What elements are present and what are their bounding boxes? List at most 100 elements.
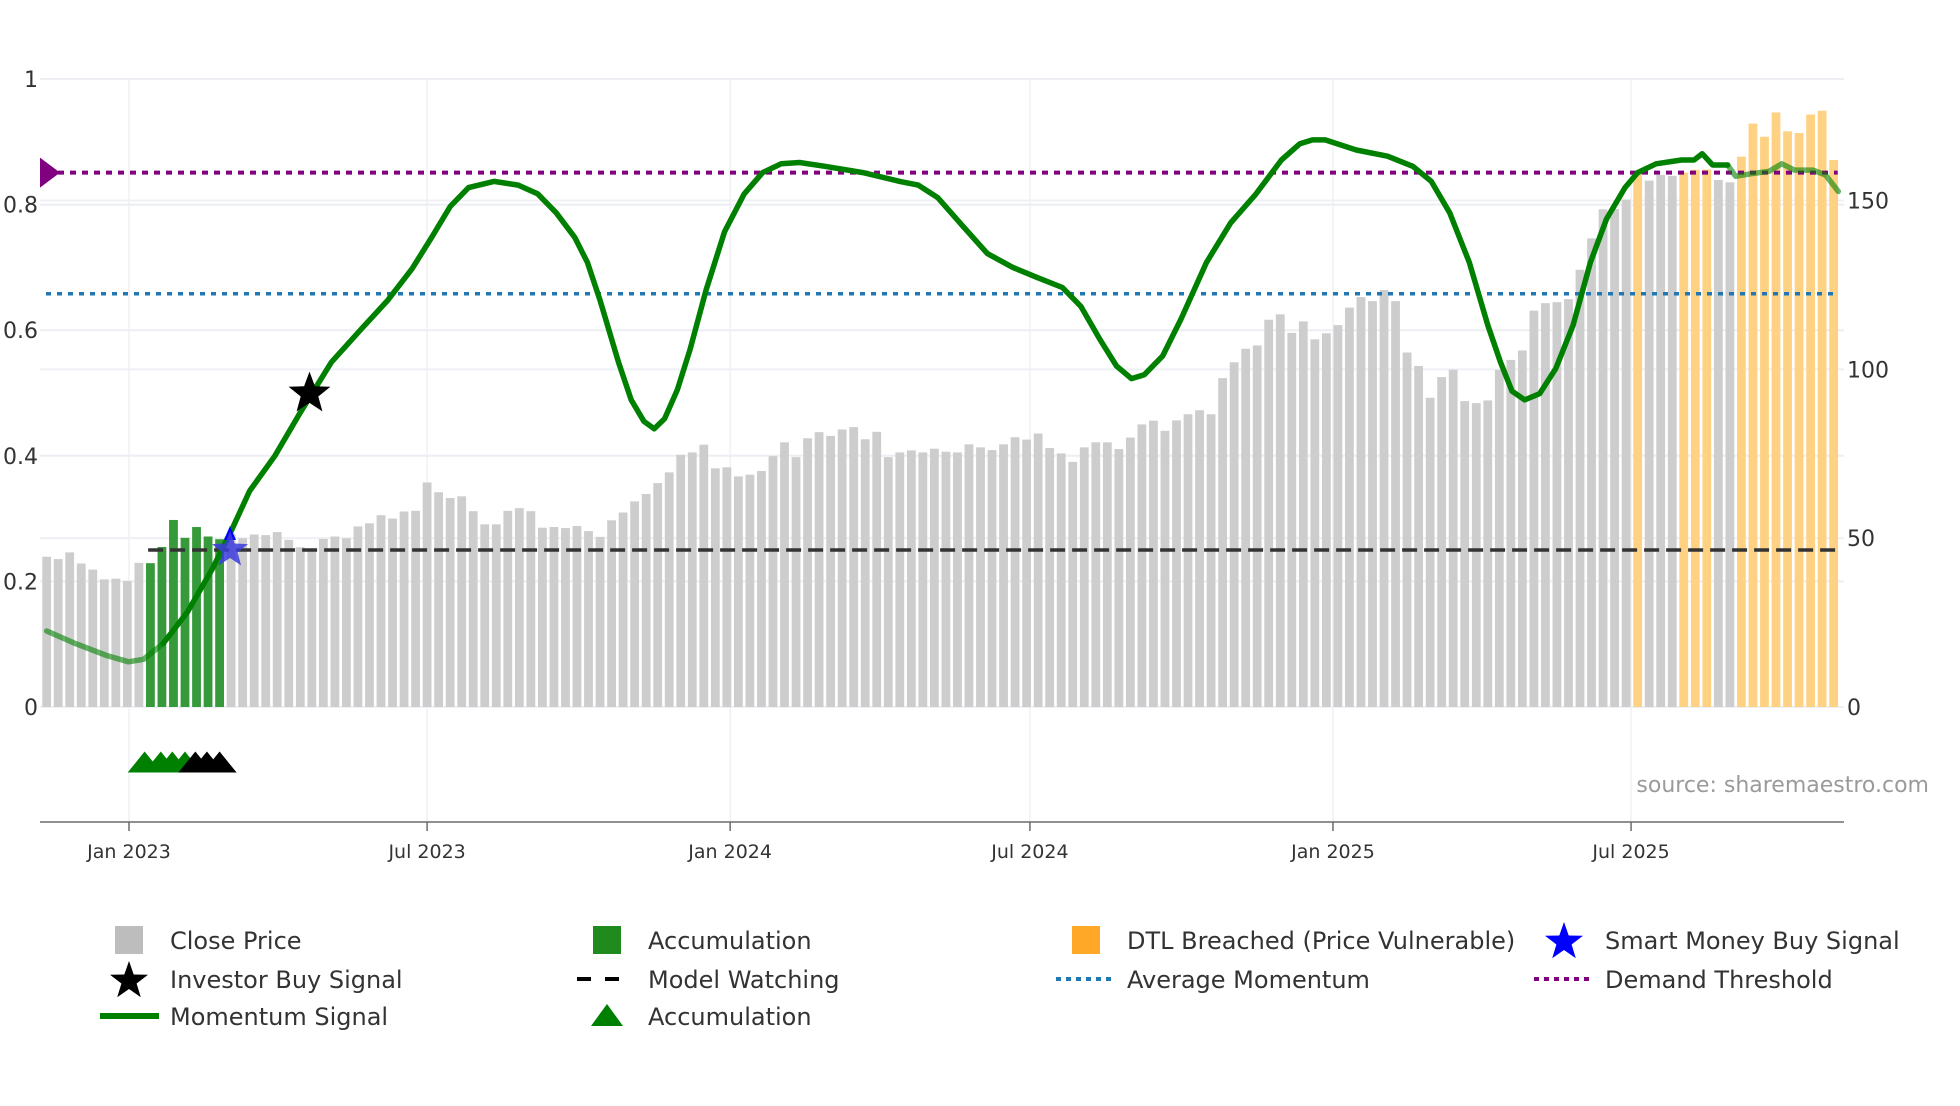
- close-price-bar: [434, 492, 444, 707]
- close-price-bar: [572, 526, 582, 707]
- close-price-bar: [757, 470, 766, 707]
- close-price-bar: [295, 547, 305, 707]
- close-price-bar: [1333, 325, 1343, 707]
- close-price-bar: [791, 457, 801, 707]
- legend-square-icon: [593, 926, 621, 954]
- close-price-bar: [342, 538, 351, 707]
- dtl-breached-bar: [1702, 169, 1712, 707]
- close-price-bar: [733, 476, 743, 707]
- legend-label-smart-money-buy-signal: Smart Money Buy Signal: [1605, 927, 1900, 955]
- dtl-breached-bar: [1679, 172, 1689, 708]
- close-price-bar: [1114, 449, 1124, 707]
- close-price-bar: [318, 538, 328, 707]
- close-price-bar: [768, 456, 778, 707]
- dtl-breached-bar: [1633, 172, 1643, 708]
- close-price-bar: [987, 450, 997, 707]
- close-price-bar: [618, 512, 628, 707]
- close-price-bar: [1252, 345, 1262, 707]
- close-price-bar: [895, 452, 905, 707]
- legend-label-accumulation: Accumulation: [648, 1003, 812, 1031]
- close-price-bar: [1033, 433, 1043, 707]
- close-price-bar: [641, 493, 651, 707]
- dtl-breached-bar: [1783, 131, 1792, 708]
- close-price-bar: [1218, 378, 1228, 707]
- left-axis-tick-label: 1: [24, 68, 38, 93]
- close-price-bar: [803, 438, 812, 707]
- close-price-bar: [1345, 307, 1354, 707]
- close-price-bar: [491, 524, 501, 707]
- close-price-bar: [918, 452, 928, 707]
- left-axis-tick-label: 0.2: [3, 570, 38, 595]
- close-price-bar: [1264, 319, 1274, 707]
- close-price-bar: [872, 431, 882, 707]
- close-price-bar: [1079, 447, 1089, 707]
- close-price-bar: [676, 454, 686, 707]
- dtl-breached-bar: [1748, 123, 1758, 707]
- right-axis-tick-label: 150: [1847, 190, 1889, 215]
- close-price-bar: [353, 526, 363, 707]
- close-price-bar: [307, 551, 317, 707]
- close-price-bar: [1310, 339, 1320, 707]
- close-price-bar: [883, 457, 893, 707]
- close-price-bar: [561, 528, 570, 707]
- dtl-breached-bar: [1806, 114, 1815, 708]
- legend-star-icon: [1545, 922, 1583, 959]
- close-price-bar: [595, 536, 605, 707]
- close-price-bar: [780, 442, 789, 707]
- close-price-bar: [503, 510, 513, 707]
- demand-threshold-diamond-icon: [40, 157, 60, 188]
- close-price-bar: [849, 427, 859, 707]
- right-axis-tick-label: 0: [1847, 696, 1861, 721]
- close-price-bar: [1195, 410, 1204, 707]
- close-price-bar: [1471, 403, 1481, 707]
- close-price-bar: [457, 496, 467, 707]
- close-price-bar: [929, 448, 939, 707]
- close-price-bar: [976, 447, 985, 707]
- close-price-bar: [261, 535, 271, 707]
- legend-label-close-price: Close Price: [170, 927, 302, 955]
- close-price-bar: [65, 552, 75, 707]
- left-axis-tick-label: 0.6: [3, 319, 38, 344]
- close-price-bar: [1402, 352, 1412, 707]
- close-price-bar: [814, 432, 824, 707]
- close-price-bar: [1414, 365, 1424, 707]
- close-price-bar: [445, 498, 455, 707]
- close-price-bar: [837, 429, 847, 707]
- dtl-breached-bar: [1690, 169, 1700, 707]
- close-price-bar: [272, 532, 282, 707]
- close-price-bar: [999, 444, 1008, 707]
- close-price-bar: [411, 510, 420, 707]
- legend-star-icon: [110, 961, 148, 998]
- close-price-bar: [1045, 448, 1055, 707]
- close-price-bar: [1183, 414, 1193, 707]
- close-price-bar: [1102, 442, 1112, 707]
- close-price-bar: [1725, 182, 1735, 707]
- close-price-bar: [249, 534, 259, 707]
- close-price-bar: [745, 474, 755, 707]
- legend: Close Price Accumulation DTL Breached (Pri…: [100, 922, 1900, 1031]
- close-price-bar: [1621, 199, 1631, 708]
- close-price-bar: [1529, 310, 1539, 707]
- legend-label-accumulation: Accumulation: [648, 927, 812, 955]
- close-price-bar: [1010, 437, 1020, 707]
- accumulation-bar: [169, 519, 178, 707]
- close-price-bar: [376, 515, 386, 707]
- legend-label-demand-threshold: Demand Threshold: [1605, 966, 1833, 994]
- legend-square-icon: [1072, 926, 1100, 954]
- close-price-bar: [388, 518, 397, 707]
- left-axis-tick-label: 0: [24, 696, 38, 721]
- close-price-bar: [1091, 442, 1101, 707]
- legend-label-model-watching: Model Watching: [648, 966, 840, 994]
- close-price-bar: [860, 439, 870, 707]
- accumulation-bar: [203, 536, 213, 707]
- close-price-bar: [284, 539, 294, 707]
- x-axis-tick-label: Jul 2023: [387, 841, 465, 863]
- close-price-bar: [1172, 420, 1181, 707]
- close-price-bar: [1379, 290, 1389, 707]
- close-price-bar: [1460, 401, 1470, 707]
- close-price-bar: [537, 527, 547, 707]
- right-axis-tick-label: 100: [1847, 358, 1889, 383]
- accumulation-bar: [157, 546, 167, 707]
- legend-label-dtl-breached-price-vulnerable: DTL Breached (Price Vulnerable): [1127, 927, 1515, 955]
- close-price-bar: [1517, 350, 1527, 707]
